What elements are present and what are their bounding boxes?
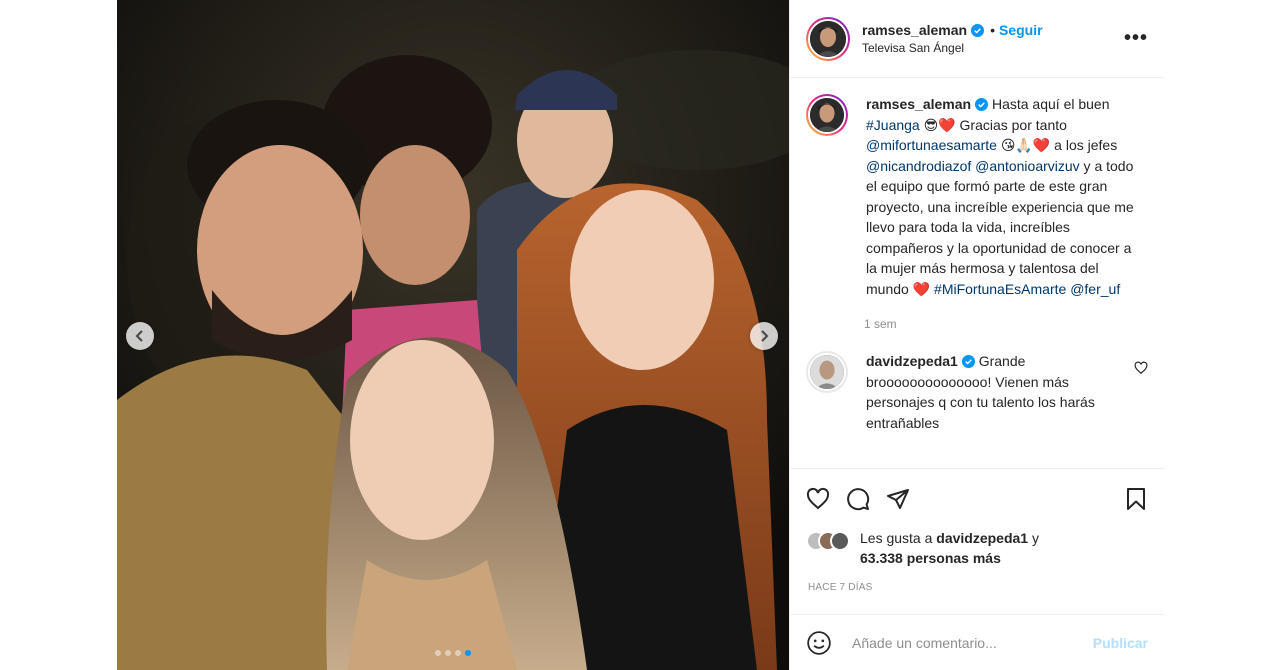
- carousel-dot: [465, 650, 471, 656]
- caption-text-segment: 😘🙏🏻❤️ a los jefes: [996, 137, 1118, 153]
- caption-tag-link[interactable]: #Juanga: [866, 117, 920, 133]
- comments-section: ramses_aleman Hasta aquí el buen #Juanga…: [790, 78, 1164, 468]
- likes-prefix: Les gusta a: [860, 530, 937, 546]
- post-sidebar: ramses_aleman • Seguir Televisa San Ánge…: [789, 0, 1164, 670]
- avatar-image: [810, 20, 846, 57]
- verified-badge-icon: [961, 355, 975, 368]
- caption-username[interactable]: ramses_aleman: [866, 96, 971, 112]
- carousel-indicator: [435, 650, 471, 656]
- comment-icon[interactable]: [846, 487, 870, 511]
- caption-body: Hasta aquí el buen #Juanga 😎❤️ Gracias p…: [866, 96, 1134, 297]
- avatar-image: [810, 98, 844, 132]
- instagram-post: ramses_aleman • Seguir Televisa San Ánge…: [117, 0, 1164, 670]
- caption-text-segment: Hasta aquí el buen: [991, 96, 1110, 112]
- avatar-image: [810, 355, 844, 389]
- likes-count[interactable]: 63.338 personas más: [860, 550, 1001, 566]
- comment-like-icon[interactable]: [1134, 351, 1148, 375]
- comment-input[interactable]: [850, 633, 1093, 652]
- caption-text-segment: y a todo el equipo que formó parte de es…: [866, 157, 1134, 297]
- bookmark-icon[interactable]: [1124, 487, 1148, 511]
- caption: ramses_aleman Hasta aquí el buen #Juanga…: [806, 94, 1148, 299]
- follow-button[interactable]: Seguir: [999, 22, 1043, 38]
- liker-avatar[interactable]: [830, 531, 850, 551]
- heart-icon[interactable]: [806, 487, 830, 511]
- post-photo: [117, 0, 789, 670]
- post-media[interactable]: [117, 0, 789, 670]
- caption-avatar[interactable]: [806, 94, 848, 136]
- post-actions: [790, 468, 1164, 528]
- header-separator: •: [990, 22, 995, 38]
- chevron-right-icon: [761, 330, 769, 342]
- post-header: ramses_aleman • Seguir Televisa San Ánge…: [790, 0, 1164, 78]
- verified-badge-icon: [975, 98, 989, 111]
- likes-middle: y: [1028, 530, 1039, 546]
- chevron-left-icon: [135, 330, 143, 342]
- carousel-dot: [435, 650, 441, 656]
- caption-text-segment: 😎❤️ Gracias por tanto: [919, 116, 1067, 133]
- likes-text[interactable]: Les gusta a davidzepeda1 y 63.338 person…: [860, 528, 1039, 568]
- caption-age: 1 sem: [864, 317, 897, 331]
- carousel-prev-button[interactable]: [126, 322, 154, 350]
- caption-tag-link[interactable]: @fer_uf: [1070, 281, 1120, 297]
- emoji-icon[interactable]: [806, 630, 832, 656]
- carousel-next-button[interactable]: [750, 322, 778, 350]
- carousel-dot: [445, 650, 451, 656]
- post-location[interactable]: Televisa San Ángel: [862, 41, 1043, 55]
- add-comment-bar: Publicar: [790, 614, 1164, 670]
- caption-tag-link[interactable]: #MiFortunaEsAmarte: [934, 281, 1066, 297]
- caption-tag-link[interactable]: @mifortunaesamarte: [866, 137, 997, 153]
- commenter-avatar[interactable]: [806, 351, 848, 393]
- liker-avatars: [806, 531, 850, 551]
- likes-user[interactable]: davidzepeda1: [936, 530, 1028, 546]
- comment-username[interactable]: davidzepeda1: [866, 353, 958, 369]
- caption-tag-link[interactable]: @nicandrodiazof: [866, 158, 971, 174]
- share-icon[interactable]: [886, 487, 910, 511]
- caption-tag-link[interactable]: @antonioarvizuv: [975, 158, 1080, 174]
- post-timestamp[interactable]: HACE 7 DÍAS: [790, 568, 1164, 593]
- author-avatar[interactable]: [806, 16, 850, 61]
- comment-text: davidzepeda1 Grande broooooooooooooo! Vi…: [866, 351, 1126, 433]
- likes-summary: Les gusta a davidzepeda1 y 63.338 person…: [790, 528, 1164, 568]
- caption-text: ramses_aleman Hasta aquí el buen #Juanga…: [866, 94, 1136, 299]
- verified-badge-icon: [971, 23, 985, 37]
- publish-button[interactable]: Publicar: [1093, 635, 1148, 651]
- more-options-icon[interactable]: •••: [1124, 27, 1148, 50]
- carousel-dot: [455, 650, 461, 656]
- comment: davidzepeda1 Grande broooooooooooooo! Vi…: [806, 351, 1148, 433]
- author-username[interactable]: ramses_aleman: [862, 22, 967, 38]
